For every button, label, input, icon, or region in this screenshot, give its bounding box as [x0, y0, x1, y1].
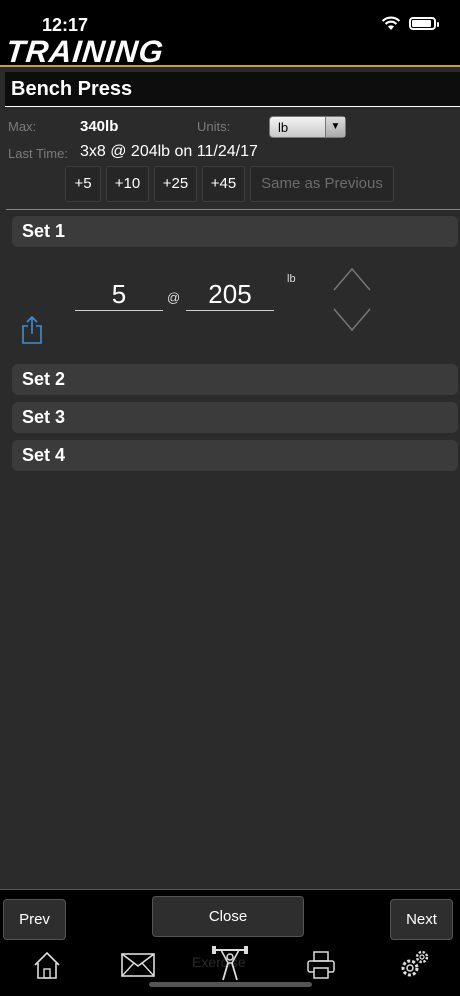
last-time-label: Last Time:: [8, 146, 68, 161]
status-time: 12:17: [42, 15, 89, 35]
same-as-previous-button[interactable]: Same as Previous: [250, 166, 394, 202]
app-root: 12:17 TRAINING Bench Press Max: 340lb Un…: [0, 0, 460, 996]
weight-unit: lb: [287, 273, 296, 285]
status-icons: [381, 16, 439, 31]
app-title: TRAINING: [4, 34, 166, 69]
printer-icon[interactable]: [306, 950, 336, 980]
max-value: 340lb: [80, 118, 119, 135]
increment-10-button[interactable]: +10: [106, 166, 149, 202]
wifi-icon: [381, 16, 401, 30]
mail-icon[interactable]: [121, 953, 155, 977]
home-icon[interactable]: [32, 950, 62, 980]
share-icon[interactable]: [20, 315, 44, 345]
chevron-down-icon: ▼: [325, 117, 345, 137]
prev-button[interactable]: Prev: [3, 899, 66, 940]
at-separator: @: [167, 290, 181, 305]
increment-5-button[interactable]: +5: [65, 166, 101, 202]
divider: [6, 209, 460, 210]
top-bar: 12:17 TRAINING: [0, 0, 460, 69]
set-1-header[interactable]: Set 1: [12, 216, 458, 247]
increment-45-button[interactable]: +45: [202, 166, 245, 202]
units-value: lb: [278, 120, 289, 135]
last-time-value: 3x8 @ 204lb on 11/24/17: [80, 143, 258, 160]
set-2-header[interactable]: Set 2: [12, 364, 458, 395]
units-label: Units:: [197, 119, 231, 134]
increment-25-button[interactable]: +25: [154, 166, 197, 202]
weight-input[interactable]: 205: [186, 279, 274, 311]
home-indicator: [149, 982, 312, 987]
units-select[interactable]: lb ▼: [269, 116, 346, 138]
chevron-down-icon[interactable]: [332, 307, 372, 333]
set-4-header[interactable]: Set 4: [12, 440, 458, 471]
set-3-header[interactable]: Set 3: [12, 402, 458, 433]
battery-icon: [409, 17, 439, 30]
max-label: Max:: [8, 119, 37, 134]
settings-icon[interactable]: [398, 948, 430, 980]
weightlifter-icon[interactable]: [211, 946, 249, 982]
close-button[interactable]: Close: [152, 896, 304, 937]
exercise-title: Bench Press: [5, 72, 460, 107]
chevron-up-icon[interactable]: [332, 266, 372, 292]
next-button[interactable]: Next: [390, 899, 453, 940]
reps-input[interactable]: 5: [75, 279, 163, 311]
